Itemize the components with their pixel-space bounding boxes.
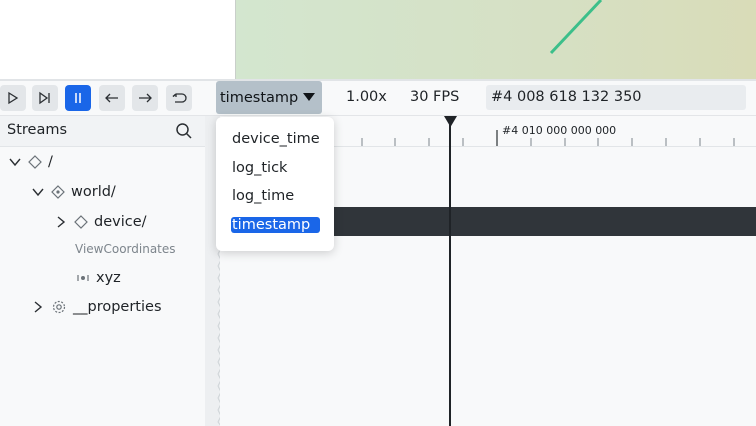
- loop-button[interactable]: [166, 85, 192, 111]
- chevron-right-icon[interactable]: [31, 300, 45, 314]
- ruler-label: #4 010 000 000 000: [502, 124, 617, 137]
- top-left-panel: [0, 0, 235, 79]
- play-icon: [8, 91, 19, 105]
- spatial-viewport[interactable]: [235, 0, 756, 79]
- step-next-button[interactable]: [132, 85, 158, 111]
- time-cursor-handle[interactable]: [444, 116, 457, 128]
- gear-icon: [52, 300, 66, 314]
- pause-icon: [75, 93, 81, 103]
- timeline-selector[interactable]: timestamp: [216, 81, 322, 114]
- component-icon: [77, 275, 89, 281]
- menu-item-log-time[interactable]: log_time: [232, 188, 294, 204]
- caret-down-icon: [303, 93, 315, 101]
- tree-label-device: device/: [94, 214, 147, 230]
- chevron-down-icon[interactable]: [31, 185, 45, 199]
- time-control-toolbar: timestamp 1.00x 30 FPS #4 008 618 132 35…: [0, 81, 756, 116]
- current-time-field[interactable]: #4 008 618 132 350: [486, 85, 746, 110]
- pause-button[interactable]: [65, 85, 91, 111]
- tree-label-root: /: [48, 154, 53, 170]
- streams-panel: Streams / world/ device/ ViewCoordinates…: [0, 116, 205, 426]
- entity-diamond-icon: [74, 215, 88, 229]
- streams-header: Streams: [0, 116, 205, 147]
- tree-label-properties: __properties: [73, 299, 162, 315]
- tree-item-world[interactable]: world/: [31, 180, 116, 204]
- tree-label-world: world/: [71, 184, 116, 200]
- viewport-line: [549, 0, 603, 55]
- menu-item-timestamp[interactable]: timestamp: [231, 217, 321, 233]
- tree-label-xyz: xyz: [96, 270, 121, 286]
- component-label-viewcoordinates: ViewCoordinates: [75, 242, 176, 256]
- fps-setting[interactable]: 30 FPS: [410, 89, 459, 105]
- playback-speed[interactable]: 1.00x: [346, 89, 387, 105]
- arrow-right-icon: [139, 93, 152, 103]
- tree-item-root[interactable]: /: [8, 150, 53, 174]
- step-forward-icon: [39, 91, 50, 105]
- step-back-button[interactable]: [99, 85, 125, 111]
- time-cursor-line[interactable]: [449, 120, 451, 426]
- tree-item-device[interactable]: device/: [54, 210, 147, 234]
- entity-dotted-diamond-icon: [51, 185, 65, 199]
- chevron-right-icon[interactable]: [54, 215, 68, 229]
- timeline-selector-label: timestamp: [220, 89, 299, 106]
- timeline-dropdown-menu: device_time log_tick log_time timestamp: [216, 117, 334, 251]
- search-icon[interactable]: [175, 122, 193, 140]
- menu-item-device-time[interactable]: device_time: [232, 131, 320, 147]
- arrow-left-icon: [105, 93, 118, 103]
- step-forward-button[interactable]: [32, 85, 58, 111]
- entity-diamond-icon: [28, 155, 42, 169]
- menu-item-log-tick[interactable]: log_tick: [232, 160, 287, 176]
- data-track[interactable]: [334, 207, 756, 236]
- loop-icon: [172, 93, 187, 103]
- chevron-down-icon[interactable]: [8, 155, 22, 169]
- tree-item-properties[interactable]: __properties: [31, 295, 162, 319]
- tree-item-viewcoordinates[interactable]: ViewCoordinates: [75, 237, 176, 261]
- tree-item-xyz[interactable]: xyz: [76, 266, 121, 290]
- play-button[interactable]: [0, 85, 26, 111]
- streams-title: Streams: [7, 122, 68, 138]
